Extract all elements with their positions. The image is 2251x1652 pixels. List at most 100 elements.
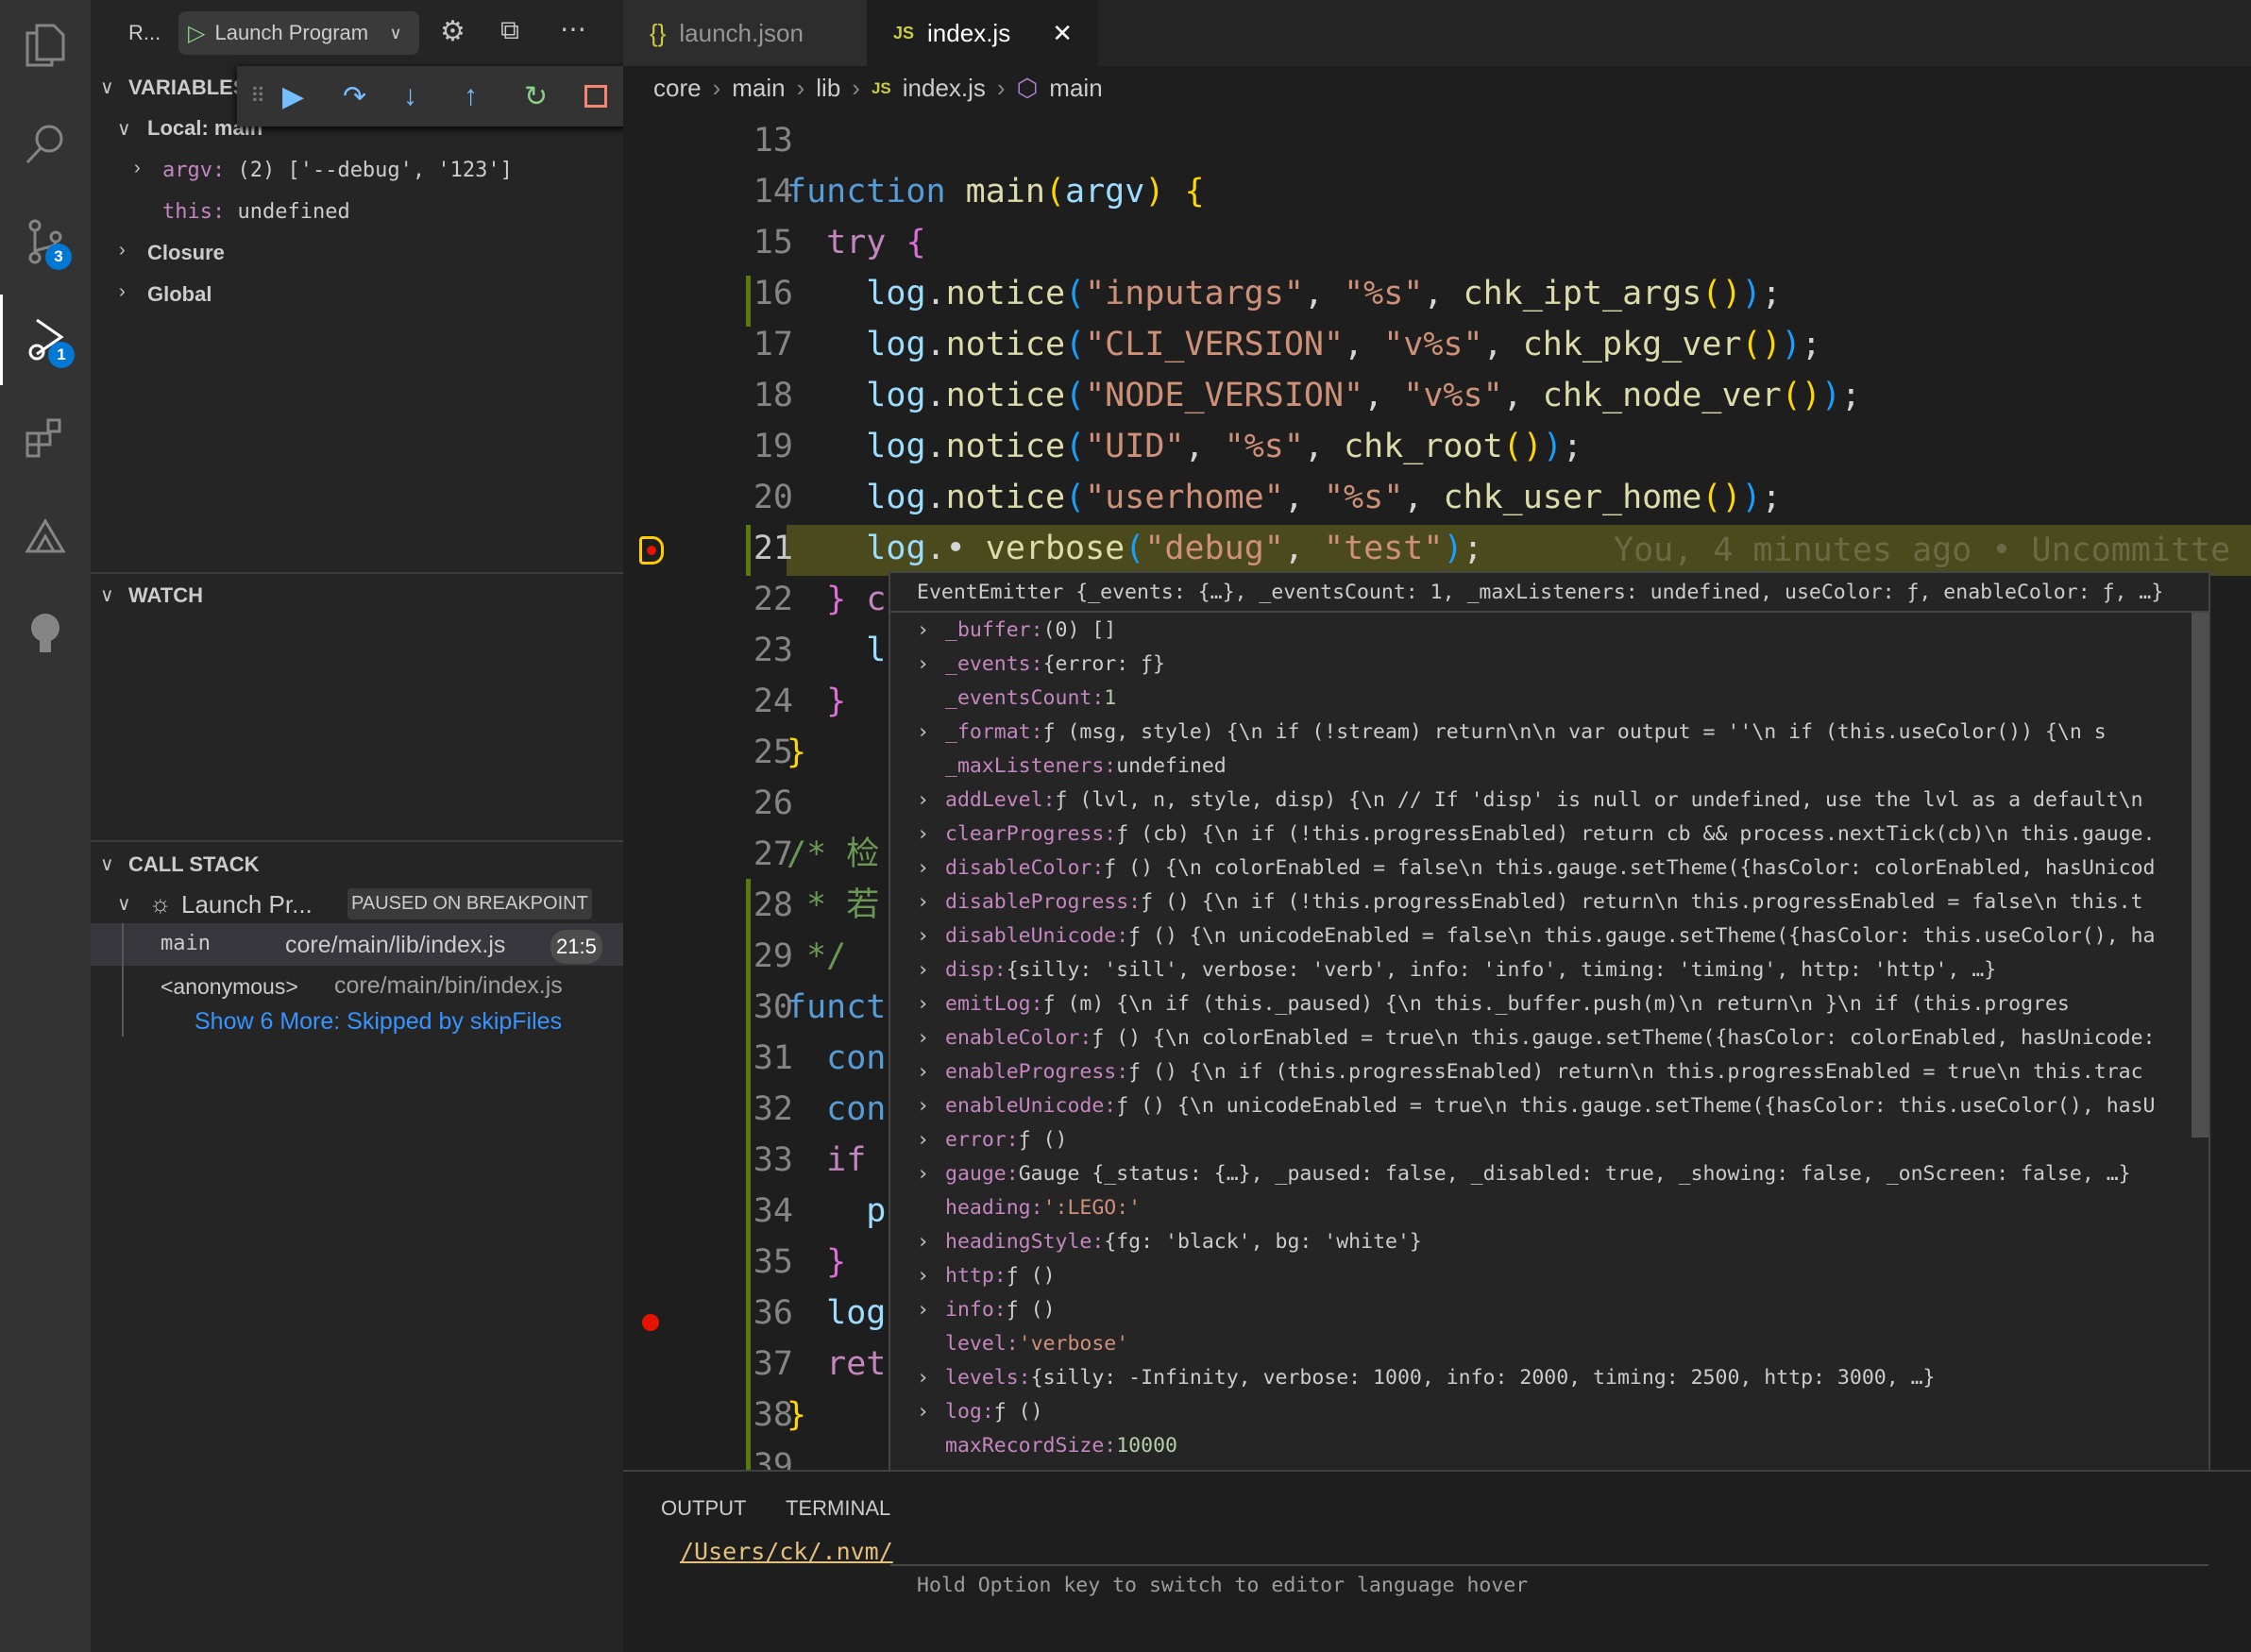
chevron-right-icon[interactable]: › bbox=[917, 1060, 945, 1084]
variable-argv[interactable]: argv: (2) ['--debug', '123'] bbox=[162, 159, 513, 182]
hover-property-row[interactable]: › headingStyle: {fg: 'black', bg: 'white'… bbox=[917, 1224, 1422, 1258]
breadcrumb-item[interactable]: main bbox=[1049, 74, 1102, 103]
show-more-frames-link[interactable]: Show 6 More: Skipped by skipFiles bbox=[195, 1008, 562, 1036]
code-line[interactable]: log.notice("userhome", "%s", chk_user_ho… bbox=[787, 472, 1781, 523]
variables-header[interactable]: VARIABLES bbox=[128, 76, 247, 100]
extensions-icon[interactable] bbox=[0, 393, 91, 483]
chevron-down-icon[interactable]: ∨ bbox=[100, 852, 114, 876]
chevron-down-icon[interactable]: ∨ bbox=[117, 892, 131, 916]
hover-property-row[interactable]: heading: ':LEGO:' bbox=[917, 1190, 1141, 1224]
chevron-right-icon[interactable]: › bbox=[917, 856, 945, 880]
code-line[interactable]: p bbox=[787, 1186, 886, 1237]
hover-property-row[interactable]: › info: ƒ () bbox=[917, 1292, 1056, 1326]
hover-property-row[interactable]: › http: ƒ () bbox=[917, 1258, 1056, 1292]
hover-property-row[interactable]: › addLevel: ƒ (lvl, n, style, disp) {\n /… bbox=[917, 783, 2143, 817]
variable-this[interactable]: this: undefined bbox=[162, 200, 350, 224]
code-line[interactable]: log.notice("CLI_VERSION", "v%s", chk_pkg… bbox=[787, 319, 1821, 370]
hover-property-row[interactable]: › disableProgress: ƒ () {\n if (!this.pro… bbox=[917, 885, 2143, 919]
code-line[interactable]: /* 检 bbox=[787, 829, 879, 880]
stack-frame-file[interactable]: core/main/bin/index.js bbox=[334, 972, 563, 1000]
code-line[interactable]: */ bbox=[787, 931, 846, 982]
hover-property-row[interactable]: › disableUnicode: ƒ () {\n unicodeEnabled… bbox=[917, 919, 2155, 952]
hover-property-row[interactable]: › gauge: Gauge {_status: {…}, _paused: fa… bbox=[917, 1156, 2131, 1190]
code-line[interactable]: log.notice("inputargs", "%s", chk_ipt_ar… bbox=[787, 268, 1781, 319]
launch-config-select[interactable]: ▷ Launch Program ∨ bbox=[178, 11, 419, 55]
restart-icon[interactable]: ↻ bbox=[524, 80, 584, 113]
chevron-down-icon[interactable]: ∨ bbox=[117, 117, 131, 141]
hover-property-row[interactable]: › log: ƒ () bbox=[917, 1394, 1043, 1428]
tab-output[interactable]: OUTPUT bbox=[661, 1496, 746, 1521]
stack-frame-file[interactable]: core/main/lib/index.js bbox=[285, 932, 505, 959]
code-line[interactable]: * 若 bbox=[787, 880, 879, 931]
lightbulb-icon[interactable] bbox=[0, 589, 91, 680]
chevron-right-icon[interactable]: › bbox=[917, 1264, 945, 1288]
chevron-right-icon[interactable]: › bbox=[917, 1298, 945, 1322]
code-line[interactable]: ret bbox=[787, 1339, 886, 1390]
debug-console-icon[interactable]: ⧉ bbox=[500, 15, 519, 46]
tab-index-js[interactable]: JS index.js ✕ bbox=[867, 0, 1098, 66]
hover-property-row[interactable]: _maxListeners: undefined bbox=[917, 749, 1227, 783]
chevron-right-icon[interactable]: › bbox=[917, 720, 945, 744]
stop-icon[interactable] bbox=[584, 85, 607, 108]
debug-session[interactable]: Launch Pr... bbox=[181, 890, 313, 919]
chevron-right-icon[interactable]: › bbox=[119, 240, 126, 261]
code-line[interactable]: } bbox=[787, 1390, 806, 1441]
hover-property-row[interactable]: › disp: {silly: 'sill', verbose: 'verb', … bbox=[917, 952, 1996, 986]
chevron-right-icon[interactable]: › bbox=[917, 1400, 945, 1424]
breadcrumb-item[interactable]: core bbox=[653, 74, 702, 103]
chevron-right-icon[interactable]: › bbox=[917, 618, 945, 642]
hover-property-row[interactable]: › enableUnicode: ƒ () {\n unicodeEnabled … bbox=[917, 1088, 2155, 1122]
chevron-right-icon[interactable]: › bbox=[917, 1026, 945, 1050]
code-line[interactable]: log.notice("UID", "%s", chk_root()); bbox=[787, 421, 1582, 472]
scrollbar-thumb[interactable] bbox=[2192, 613, 2209, 1138]
hover-property-row[interactable]: › disableColor: ƒ () {\n colorEnabled = f… bbox=[917, 851, 2156, 885]
step-into-icon[interactable]: ↓ bbox=[403, 80, 464, 112]
code-line[interactable]: funct bbox=[787, 982, 886, 1033]
terminal-path-link[interactable]: /Users/ck/.nvm/ bbox=[680, 1538, 893, 1565]
stack-frame-name[interactable]: main bbox=[161, 932, 211, 955]
code-line[interactable]: log bbox=[787, 1288, 886, 1339]
hover-property-row[interactable]: › clearProgress: ƒ (cb) {\n if (!this.pro… bbox=[917, 817, 2155, 851]
hover-property-row[interactable]: › error: ƒ () bbox=[917, 1122, 1067, 1156]
code-line[interactable]: } bbox=[787, 676, 846, 727]
chevron-down-icon[interactable]: ∨ bbox=[100, 583, 114, 607]
chevron-right-icon[interactable]: › bbox=[917, 1366, 945, 1390]
code-line[interactable]: } bbox=[787, 1237, 846, 1288]
code-line[interactable]: try { bbox=[787, 217, 925, 268]
remote-explorer-icon[interactable] bbox=[0, 491, 91, 582]
hover-property-row[interactable]: › enableProgress: ƒ () {\n if (this.progr… bbox=[917, 1054, 2143, 1088]
run-debug-icon[interactable]: 1 bbox=[0, 295, 91, 385]
hover-property-row[interactable]: › _events: {error: ƒ} bbox=[917, 647, 1165, 681]
code-line[interactable]: function main(argv) { bbox=[787, 166, 1205, 217]
chevron-right-icon[interactable]: › bbox=[917, 652, 945, 676]
source-control-icon[interactable]: 3 bbox=[0, 196, 91, 287]
hover-property-row[interactable]: level: 'verbose' bbox=[917, 1326, 1128, 1360]
code-line[interactable]: log.notice("NODE_VERSION", "v%s", chk_no… bbox=[787, 370, 1861, 421]
chevron-right-icon[interactable]: › bbox=[917, 1230, 945, 1254]
search-icon[interactable] bbox=[0, 98, 91, 189]
drag-handle-icon[interactable]: ⠿ bbox=[250, 84, 282, 109]
breadcrumb-item[interactable]: lib bbox=[816, 74, 840, 103]
watch-header[interactable]: WATCH bbox=[128, 583, 203, 608]
code-line[interactable]: con bbox=[787, 1084, 886, 1135]
chevron-right-icon[interactable]: › bbox=[917, 788, 945, 812]
chevron-right-icon[interactable]: › bbox=[917, 890, 945, 914]
hover-property-row[interactable]: › emitLog: ƒ (m) {\n if (this._paused) {\… bbox=[917, 986, 2070, 1020]
chevron-right-icon[interactable]: › bbox=[917, 822, 945, 846]
chevron-right-icon[interactable]: › bbox=[917, 992, 945, 1016]
continue-icon[interactable]: ▶ bbox=[282, 80, 343, 113]
code-line[interactable]: log.• verbose("debug", "test"); bbox=[787, 523, 1482, 574]
code-line[interactable]: if bbox=[787, 1135, 866, 1186]
explorer-icon[interactable] bbox=[0, 0, 91, 91]
breakpoint-icon[interactable] bbox=[642, 1314, 659, 1331]
code-line[interactable]: } c bbox=[787, 574, 886, 625]
chevron-right-icon[interactable]: › bbox=[917, 1094, 945, 1118]
chevron-right-icon[interactable]: › bbox=[134, 158, 141, 179]
tab-launch-json[interactable]: {} launch.json bbox=[623, 0, 867, 66]
breadcrumb-item[interactable]: index.js bbox=[903, 74, 986, 103]
call-stack-header[interactable]: CALL STACK bbox=[128, 852, 260, 877]
code-line[interactable]: } bbox=[787, 727, 806, 778]
hover-property-row[interactable]: › _format: ƒ (msg, style) {\n if (!stream… bbox=[917, 715, 2107, 749]
chevron-down-icon[interactable]: ∨ bbox=[100, 76, 114, 99]
step-over-icon[interactable]: ↷ bbox=[343, 80, 403, 113]
